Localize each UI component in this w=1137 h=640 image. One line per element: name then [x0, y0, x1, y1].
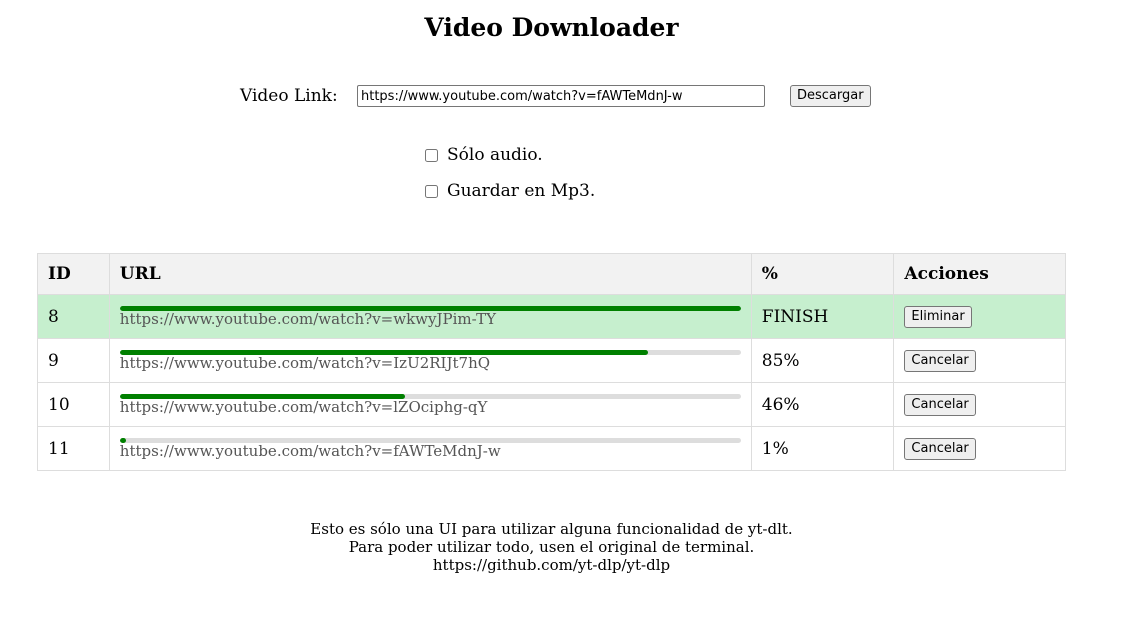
row-status: FINISH [750, 294, 895, 339]
download-button[interactable]: Descargar [790, 85, 871, 107]
mp3-checkbox[interactable] [425, 184, 438, 198]
row-url: https://www.youtube.com/watch?v=fAWTeMdn… [119, 442, 501, 460]
footer-line: Para poder utilizar todo, usen el origin… [348, 538, 755, 556]
table-row: 10 https://www.youtube.com/watch?v=lZOci… [37, 382, 1066, 427]
row-url-cell: https://www.youtube.com/watch?v=wkwyJPim… [108, 294, 752, 339]
row-url-cell: https://www.youtube.com/watch?v=IzU2RIJt… [108, 338, 752, 383]
header-id: ID [37, 253, 110, 295]
row-status: 85% [750, 338, 895, 383]
row-id: 9 [37, 338, 110, 383]
footer-line: Esto es sólo una UI para utilizar alguna… [310, 520, 793, 538]
footer-link: https://github.com/yt-dlp/yt-dlp [432, 556, 671, 574]
row-url-cell: https://www.youtube.com/watch?v=lZOciphg… [108, 382, 752, 427]
page: Video Downloader Video Link: Descargar S… [0, 0, 1137, 640]
table-row: 11 https://www.youtube.com/watch?v=fAWTe… [37, 426, 1066, 471]
row-url-cell: https://www.youtube.com/watch?v=fAWTeMdn… [108, 426, 752, 471]
page-title: Video Downloader [424, 13, 679, 42]
video-link-input[interactable] [357, 85, 765, 107]
row-url: https://www.youtube.com/watch?v=IzU2RIJt… [119, 354, 491, 372]
footer-note: Esto es sólo una UI para utilizar alguna… [0, 520, 1103, 574]
audio-only-option[interactable]: Sólo audio. [424, 145, 543, 165]
row-id: 10 [37, 382, 110, 427]
row-actions: Eliminar [893, 294, 1066, 339]
table-row: 8 https://www.youtube.com/watch?v=wkwyJP… [37, 294, 1066, 339]
row-url: https://www.youtube.com/watch?v=wkwyJPim… [119, 310, 497, 328]
cancel-button[interactable]: Cancelar [904, 394, 976, 416]
audio-only-checkbox[interactable] [425, 148, 438, 162]
row-actions: Cancelar [893, 338, 1066, 383]
cancel-button[interactable]: Cancelar [904, 350, 976, 372]
cancel-button[interactable]: Cancelar [904, 438, 976, 460]
header-actions: Acciones [893, 253, 1066, 295]
video-link-label: Video Link: [240, 86, 338, 106]
row-id: 11 [37, 426, 110, 471]
row-status: 46% [750, 382, 895, 427]
row-id: 8 [37, 294, 110, 339]
remove-button[interactable]: Eliminar [904, 306, 972, 328]
row-actions: Cancelar [893, 382, 1066, 427]
header-url: URL [108, 253, 752, 295]
table-header-row: ID URL % Acciones [37, 253, 1066, 295]
header-percent: % [750, 253, 895, 295]
audio-only-label: Sólo audio. [447, 145, 543, 165]
row-actions: Cancelar [893, 426, 1066, 471]
downloads-table: ID URL % Acciones 8 https://www.youtube.… [37, 253, 1066, 471]
row-url: https://www.youtube.com/watch?v=lZOciphg… [119, 398, 488, 416]
row-status: 1% [750, 426, 895, 471]
table-row: 9 https://www.youtube.com/watch?v=IzU2RI… [37, 338, 1066, 383]
download-form: Video Link: Descargar [240, 84, 871, 108]
mp3-label: Guardar en Mp3. [447, 181, 596, 201]
mp3-option[interactable]: Guardar en Mp3. [424, 181, 595, 201]
